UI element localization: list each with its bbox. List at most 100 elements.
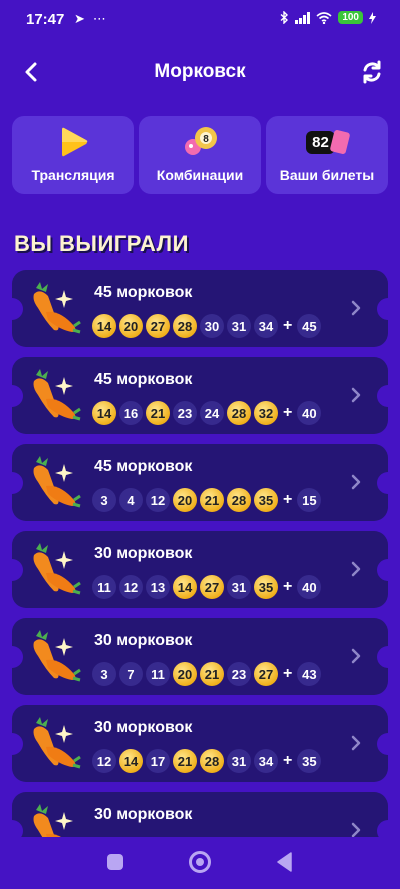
tickets-icon: 82 — [306, 125, 351, 159]
matched-number-ball: 32 — [254, 401, 278, 425]
ticket-prize: 30 морковок — [94, 806, 193, 823]
system-nav-bar — [0, 837, 400, 889]
winning-ticket[interactable]: 45 морковок 3 4 12 20 21 28 35 +15 — [12, 444, 388, 521]
winning-ticket[interactable]: 30 морковок 12 14 17 21 28 31 34 +35 — [12, 705, 388, 782]
chevron-right-icon — [351, 300, 361, 316]
bonus-number-ball: 43 — [297, 662, 322, 686]
refresh-icon[interactable] — [358, 58, 386, 86]
matched-number-ball: 14 — [92, 401, 116, 425]
ticket-prize: 30 морковок — [94, 632, 193, 649]
status-time: 17:47 — [26, 11, 65, 28]
header: Морковск — [0, 50, 400, 94]
plus-sign: + — [283, 491, 293, 508]
bonus-number-ball: 40 — [297, 575, 322, 599]
matched-number-ball: 27 — [146, 314, 170, 338]
number-ball: 31 — [227, 575, 251, 599]
nav-back-icon[interactable] — [276, 852, 292, 872]
plus-sign: + — [283, 752, 293, 769]
chevron-right-icon — [351, 735, 361, 751]
winning-ticket[interactable]: 30 морковок 3 7 11 20 21 23 27 +43 — [12, 618, 388, 695]
bluetooth-icon — [280, 11, 289, 24]
number-ball: 11 — [146, 662, 170, 686]
svg-text:8: 8 — [203, 134, 209, 145]
action-tiles: Трансляция 8 Комбинации 82 Ваши билеты — [12, 116, 388, 194]
matched-number-ball: 21 — [146, 401, 170, 425]
matched-number-ball: 35 — [254, 575, 278, 599]
number-ball: 3 — [92, 488, 116, 512]
play-icon — [62, 127, 88, 157]
chevron-right-icon — [351, 648, 361, 664]
matched-number-ball: 27 — [200, 575, 224, 599]
number-ball: 4 — [119, 488, 143, 512]
combinations-tile[interactable]: 8 Комбинации — [139, 116, 261, 194]
tile-label-broadcast: Трансляция — [31, 167, 115, 183]
ticket-numbers: 3 7 11 20 21 23 27 +43 — [92, 662, 322, 686]
chevron-right-icon — [351, 561, 361, 577]
ticket-numbers: 11 12 13 14 27 31 35 +40 — [92, 575, 322, 599]
winning-ticket-list: 45 морковок 14 20 27 28 30 31 34 +45 45 морковок… — [12, 270, 388, 879]
bonus-number-ball: 35 — [297, 749, 322, 773]
number-ball: 30 — [200, 314, 224, 338]
number-ball: 24 — [200, 401, 224, 425]
matched-number-ball: 14 — [92, 314, 116, 338]
matched-number-ball: 21 — [200, 662, 224, 686]
plus-sign: + — [283, 317, 293, 334]
matched-number-ball: 14 — [173, 575, 197, 599]
matched-number-ball: 28 — [227, 401, 251, 425]
matched-number-ball: 20 — [173, 662, 197, 686]
matched-number-ball: 28 — [173, 314, 197, 338]
lottery-balls-icon: 8 — [185, 127, 217, 155]
status-bar: 17:47 ➤ ⋯ 100 — [0, 0, 400, 38]
recents-icon[interactable] — [107, 854, 123, 870]
matched-number-ball: 20 — [173, 488, 197, 512]
broadcast-tile[interactable]: Трансляция — [12, 116, 134, 194]
signal-icon — [295, 11, 311, 24]
number-ball: 3 — [92, 662, 116, 686]
matched-number-ball: 27 — [254, 662, 278, 686]
carrot-icon — [26, 367, 82, 425]
ticket-prize: 30 морковок — [94, 719, 193, 736]
winning-ticket[interactable]: 45 морковок 14 20 27 28 30 31 34 +45 — [12, 270, 388, 347]
ticket-prize: 45 морковок — [94, 371, 193, 388]
page-title: Морковск — [154, 61, 246, 82]
home-icon[interactable] — [189, 851, 211, 873]
tile-label-tickets: Ваши билеты — [279, 167, 375, 183]
carrot-icon — [26, 280, 82, 338]
number-ball: 23 — [227, 662, 251, 686]
number-ball: 34 — [254, 314, 278, 338]
winning-ticket[interactable]: 45 морковок 14 16 21 23 24 28 32 +40 — [12, 357, 388, 434]
matched-number-ball: 21 — [200, 488, 224, 512]
matched-number-ball: 20 — [119, 314, 143, 338]
number-ball: 7 — [119, 662, 143, 686]
chevron-right-icon — [351, 474, 361, 490]
bonus-number-ball: 15 — [297, 488, 322, 512]
matched-number-ball: 35 — [254, 488, 278, 512]
matched-number-ball: 28 — [227, 488, 251, 512]
number-ball: 12 — [146, 488, 170, 512]
carrot-icon — [26, 454, 82, 512]
number-ball: 31 — [227, 314, 251, 338]
carrot-icon — [26, 628, 82, 686]
more-icon: ⋯ — [92, 11, 106, 26]
ticket-prize: 45 морковок — [94, 284, 193, 301]
charging-icon — [369, 11, 376, 24]
plus-sign: + — [283, 665, 293, 682]
winning-ticket[interactable]: 30 морковок 11 12 13 14 27 31 35 +40 — [12, 531, 388, 608]
plus-sign: + — [283, 404, 293, 421]
ticket-numbers: 14 20 27 28 30 31 34 +45 — [92, 314, 322, 338]
number-ball: 12 — [92, 749, 116, 773]
ticket-numbers: 14 16 21 23 24 28 32 +40 — [92, 401, 322, 425]
chevron-right-icon — [351, 387, 361, 403]
matched-number-ball: 14 — [119, 749, 143, 773]
wifi-icon — [316, 11, 332, 24]
won-title: ВЫ ВЫИГРАЛИ — [14, 231, 189, 256]
matched-number-ball: 21 — [173, 749, 197, 773]
your-tickets-tile[interactable]: 82 Ваши билеты — [266, 116, 388, 194]
tile-label-combinations: Комбинации — [156, 167, 244, 183]
matched-number-ball: 28 — [200, 749, 224, 773]
ticket-prize: 30 морковок — [94, 545, 193, 562]
number-ball: 31 — [227, 749, 251, 773]
ticket-prize: 45 морковок — [94, 458, 193, 475]
carrot-icon — [26, 541, 82, 599]
ticket-numbers: 12 14 17 21 28 31 34 +35 — [92, 749, 322, 773]
